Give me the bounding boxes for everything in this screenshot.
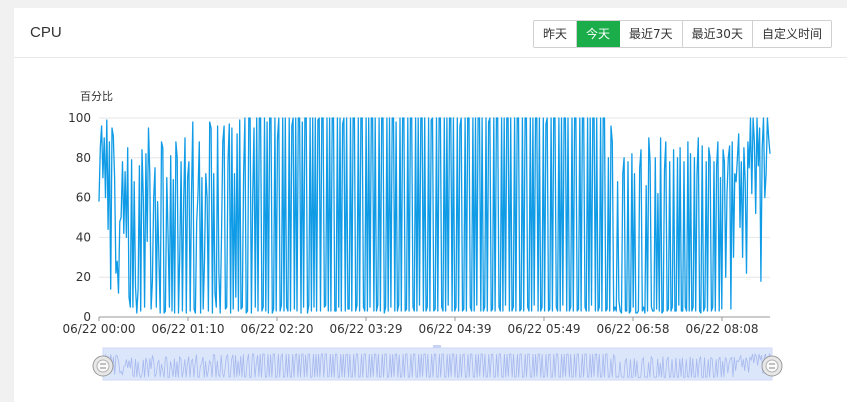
cpu-series-line	[98, 117, 771, 314]
y-tick-label: 20	[76, 270, 91, 284]
x-tick-label: 06/22 00:00	[63, 322, 136, 336]
zoom-handle-right[interactable]	[761, 355, 783, 377]
zoom-handle-left[interactable]	[92, 355, 114, 377]
y-tick-label: 100	[68, 111, 91, 125]
zoom-drag-bar[interactable]	[433, 345, 441, 348]
y-tick-label: 80	[76, 151, 91, 165]
x-tick-label: 06/22 02:20	[241, 322, 314, 336]
x-tick-label: 06/22 06:58	[597, 322, 670, 336]
x-tick-label: 06/22 08:08	[686, 322, 759, 336]
x-tick-label: 06/22 04:39	[419, 322, 492, 336]
y-axis-label: 百分比	[80, 90, 113, 103]
y-tick-label: 60	[76, 191, 91, 205]
x-tick-label: 06/22 01:10	[152, 322, 225, 336]
x-tick-label: 06/22 05:49	[508, 322, 581, 336]
cpu-line-chart: 百分比 020406080100 06/22 00:00 06/22 01:10 0…	[63, 90, 783, 381]
x-tick-label: 06/22 03:29	[330, 322, 403, 336]
y-tick-label: 40	[76, 230, 91, 244]
